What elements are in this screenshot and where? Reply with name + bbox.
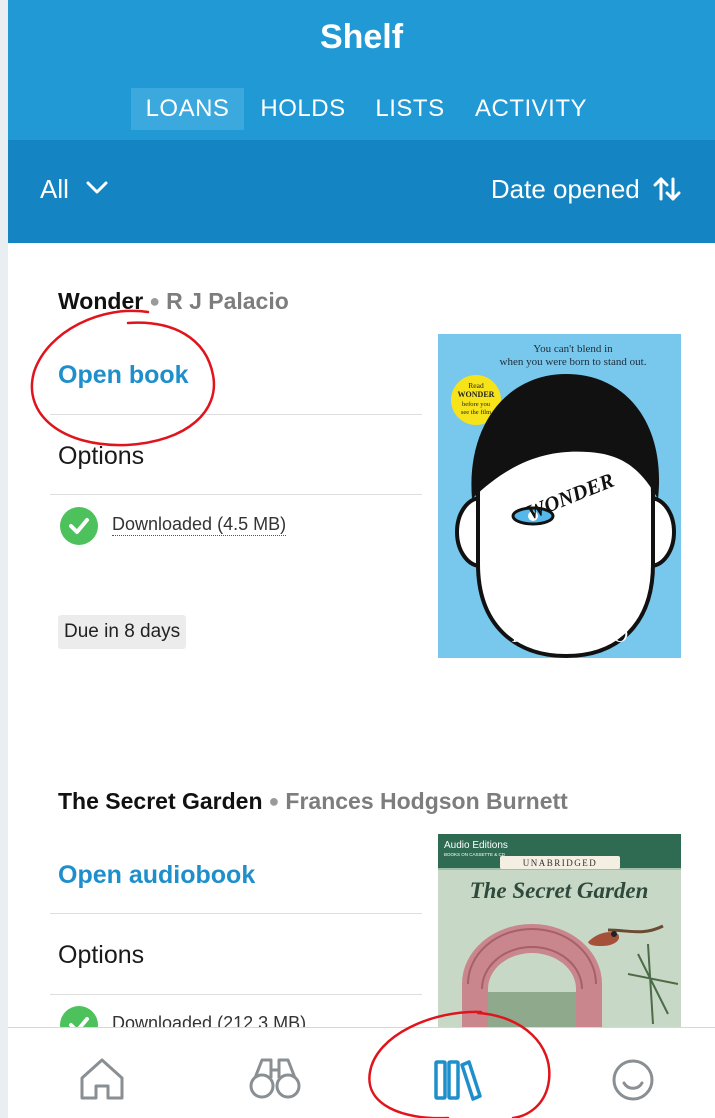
chevron-down-icon [86,181,108,194]
options-button[interactable]: Options [58,941,144,970]
cover-tagline-2: when you were born to stand out. [500,356,647,368]
cover-badge-4: see the film [461,409,491,416]
app-header: Shelf LOANS HOLDS LISTS ACTIVITY [8,0,715,140]
loan-card-secret-garden: The Secret Garden ● Frances Hodgson Burnet… [8,743,715,1044]
shelf-screen: Shelf LOANS HOLDS LISTS ACTIVITY All Dat… [8,0,715,1118]
page-title: Shelf [319,18,404,56]
tab-loans[interactable]: LOANS [131,88,244,130]
nav-shelf[interactable] [426,1048,486,1108]
book-cover-wonder[interactable]: You can't blend in when you were born to… [438,334,681,658]
tab-activity[interactable]: ACTIVITY [470,88,592,130]
divider [50,994,422,995]
loan-card-wonder: Wonder ● R J Palacio Open book Options Dow… [8,243,715,723]
book-heading: Wonder ● R J Palacio [58,288,289,315]
separator-dot: ● [268,791,280,811]
wonder-cover-art: You can't blend in when you were born to… [438,334,681,658]
cover-author: R.J. PALACIO [511,625,628,647]
smiley-face-icon [612,1059,654,1101]
divider [50,494,422,495]
sort-arrows-icon [653,177,681,201]
sort-label: Date opened [490,174,640,204]
nav-discover[interactable] [245,1048,305,1108]
filter-sort-bar: All Date opened [8,140,715,243]
tab-lists[interactable]: LISTS [370,88,450,130]
nav-profile[interactable] [603,1048,663,1108]
binoculars-icon [249,1058,301,1099]
cover-badge-1: Read [468,381,484,390]
download-label: Downloaded (4.5 MB) [112,514,287,536]
cover-badge-3: before you [462,401,491,408]
cover-title: The Secret Garden [470,878,649,903]
open-book-button[interactable]: Open book [58,361,422,390]
separator-dot: ● [149,291,161,311]
cover-edition: UNABRIDGED [523,858,598,868]
secret-garden-cover-art: Audio Editions BOOKS ON CASSETTE & CD UN… [438,834,681,1034]
book-title: Wonder [58,288,144,314]
shelf-tabs: LOANS HOLDS LISTS ACTIVITY [8,88,715,130]
filter-dropdown[interactable]: All [40,174,108,205]
options-button[interactable]: Options [58,442,144,471]
tab-holds[interactable]: HOLDS [252,88,354,130]
cover-badge-2: WONDER [458,390,495,399]
bottom-navigation [8,1027,715,1118]
divider [50,414,422,415]
nav-home[interactable] [72,1048,132,1108]
home-icon [80,1058,124,1100]
cover-publisher-sub: BOOKS ON CASSETTE & CD [444,852,506,857]
open-audiobook-button[interactable]: Open audiobook [58,861,422,890]
book-cover-secret-garden[interactable]: Audio Editions BOOKS ON CASSETTE & CD UN… [438,834,681,1034]
book-heading: The Secret Garden ● Frances Hodgson Burnet… [58,788,568,815]
due-badge: Due in 8 days [58,615,187,649]
sort-button[interactable]: Date opened [491,174,681,205]
book-author: R J Palacio [166,288,289,314]
filter-label: All [40,174,69,204]
book-author: Frances Hodgson Burnett [285,788,568,814]
cover-publisher: Audio Editions [444,840,508,851]
divider [50,913,422,914]
check-icon [60,507,98,545]
bookshelf-icon [434,1060,482,1101]
cover-tagline-1: You can't blend in [533,343,613,355]
book-title: The Secret Garden [58,788,263,814]
